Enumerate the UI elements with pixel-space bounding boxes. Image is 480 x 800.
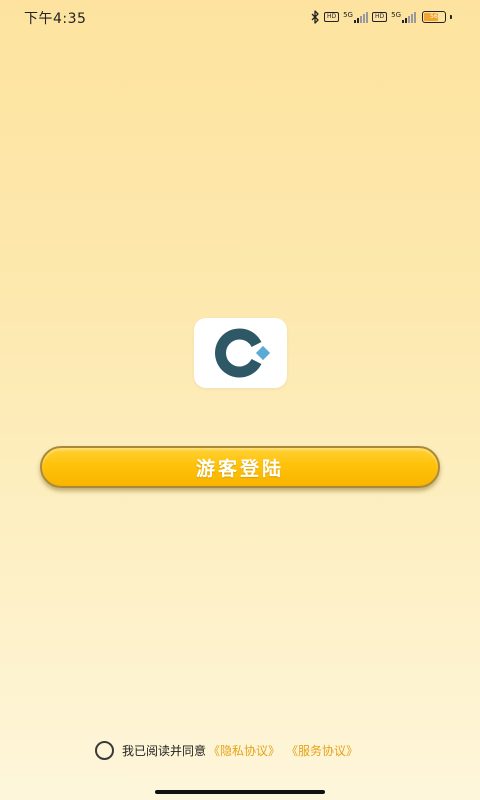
home-indicator[interactable]	[155, 790, 325, 794]
signal-bars-icon	[353, 11, 368, 23]
privacy-policy-link[interactable]: 《隐私协议》	[208, 742, 280, 759]
guest-login-button[interactable]: 游客登陆	[40, 446, 440, 488]
status-bar: 下午4:35 HD 5G HD 5G 56	[0, 0, 480, 34]
app-logo-c-diamond-icon	[215, 328, 271, 378]
agreement-text: 我已阅读并同意	[122, 743, 207, 758]
service-agreement-link[interactable]: 《服务协议》	[286, 742, 358, 759]
network-type-label: 5G	[343, 10, 353, 19]
signal-bars-icon	[402, 11, 416, 23]
battery-icon: 56	[422, 11, 446, 23]
app-logo	[194, 318, 287, 388]
battery-level: 56	[430, 13, 438, 20]
network-type-label: 5G	[391, 10, 401, 19]
agreement-row: 我已阅读并同意 《隐私协议》 《服务协议》	[95, 740, 358, 760]
signal-5g-icon: 5G	[391, 10, 416, 23]
guest-login-label: 游客登陆	[195, 457, 284, 480]
status-time: 下午4:35	[24, 11, 87, 27]
bluetooth-icon	[311, 10, 319, 24]
battery-tip	[450, 15, 452, 19]
hd-icon: HD	[371, 12, 388, 22]
agree-checkbox[interactable]	[95, 740, 114, 760]
status-icons: HD 5G HD 5G 56	[310, 9, 452, 25]
signal-5g-icon: 5G	[343, 10, 368, 23]
hd-icon: HD	[323, 12, 340, 22]
